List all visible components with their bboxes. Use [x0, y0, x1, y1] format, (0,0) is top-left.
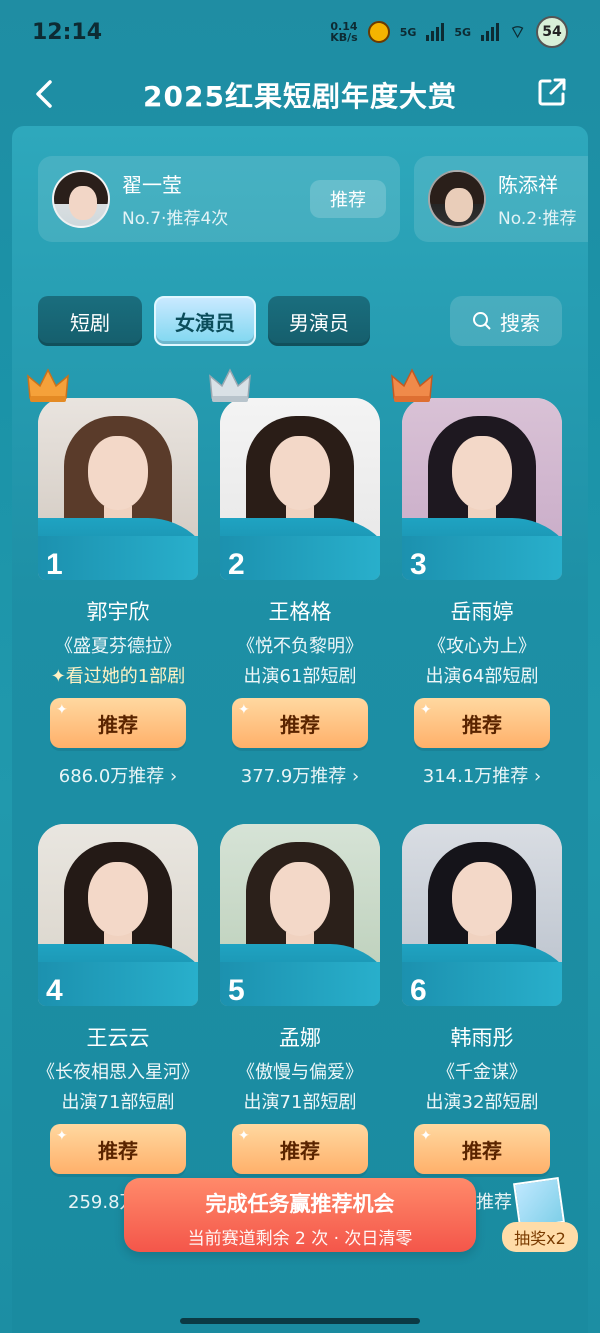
my-recommended-list: 翟一莹 No.7·推荐4次 推荐 陈添祥 No.2·推荐: [38, 156, 588, 242]
back-button[interactable]: [26, 76, 62, 112]
vote-count-link[interactable]: 377.9万推荐 ›: [220, 762, 380, 788]
recommended-rank-count: No.7·推荐4次: [122, 209, 229, 229]
recommend-button[interactable]: ✦ 推荐: [232, 1124, 368, 1174]
drama-title[interactable]: 《长夜相思入星河》: [28, 1058, 208, 1084]
promo-title: 完成任务赢推荐机会: [205, 1192, 395, 1216]
task-promo-banner[interactable]: 完成任务赢推荐机会 当前赛道剩余 2 次 · 次日清零: [124, 1178, 476, 1252]
recommend-button[interactable]: ✦ 推荐: [50, 1124, 186, 1174]
watched-hint: ✦看过她的1部剧: [50, 666, 186, 687]
lottery-button[interactable]: 抽奖x2: [502, 1177, 578, 1254]
drama-title[interactable]: 《千金谋》: [392, 1058, 572, 1084]
status-icons: 0.14 KB/s 5G 5G ⌔ 54: [330, 16, 568, 48]
recommended-rank-count: No.2·推荐: [498, 209, 577, 229]
drama-count: 出演61部短剧: [243, 666, 357, 687]
network-speed-unit: KB/s: [330, 31, 358, 44]
avatar: [428, 170, 486, 228]
actress-photo[interactable]: 1: [38, 398, 198, 580]
drama-title[interactable]: 《攻心为上》: [392, 632, 572, 658]
status-bar: 12:14 0.14 KB/s 5G 5G ⌔ 54: [0, 0, 600, 64]
sparkle-icon: ✦: [420, 1128, 432, 1144]
app-header: 2025红果短剧年度大赏: [0, 64, 600, 126]
sparkle-icon: ✦: [238, 702, 250, 718]
status-time: 12:14: [32, 19, 103, 45]
actress-name: 岳雨婷: [450, 600, 514, 624]
tab-actor[interactable]: 男演员: [268, 296, 370, 346]
recommend-button[interactable]: ✦ 推荐: [50, 698, 186, 748]
drama-count: 出演64部短剧: [425, 666, 539, 687]
drama-count: 出演32部短剧: [425, 1092, 539, 1113]
recommended-name: 陈添祥: [498, 173, 558, 197]
rank-number: 6: [410, 974, 427, 1006]
battery-level: 54: [542, 24, 562, 40]
search-icon: [473, 312, 491, 330]
lottery-badge: 抽奖x2: [502, 1222, 578, 1252]
search-button[interactable]: 搜索: [450, 296, 562, 346]
network-5g-label: 5G: [399, 25, 417, 39]
rank-number: 1: [46, 548, 63, 580]
battery-icon: 54: [536, 16, 568, 48]
home-indicator[interactable]: [180, 1318, 420, 1324]
crown-silver-icon: [209, 368, 251, 402]
main-panel: 翟一莹 No.7·推荐4次 推荐 陈添祥 No.2·推荐 短剧 女演员 男演员 …: [12, 126, 588, 1333]
signal-icon-2: [481, 23, 500, 41]
sparkle-icon: ✦: [420, 702, 432, 718]
actress-photo[interactable]: 3: [402, 398, 562, 580]
avatar: [52, 170, 110, 228]
sparkle-icon: ✦: [56, 1128, 68, 1144]
actress-name: 王云云: [86, 1026, 150, 1050]
tab-short-drama[interactable]: 短剧: [38, 296, 142, 346]
rank-number: 3: [410, 548, 427, 580]
actress-photo[interactable]: 5: [220, 824, 380, 1006]
actress-name: 韩雨彤: [450, 1026, 514, 1050]
category-tabs: 短剧 女演员 男演员 搜索: [38, 296, 578, 348]
drama-count: 出演71部短剧: [243, 1092, 357, 1113]
network-speed: 0.14 KB/s: [330, 21, 357, 43]
sun-icon: [367, 21, 390, 43]
actress-name: 孟娜: [279, 1026, 321, 1050]
actress-name: 王格格: [268, 600, 332, 624]
recommended-name: 翟一莹: [122, 173, 182, 197]
drama-count: 出演71部短剧: [61, 1092, 175, 1113]
page-title: 2025红果短剧年度大赏: [143, 80, 457, 113]
sparkle-icon: ✦: [238, 1128, 250, 1144]
signal-icon: [426, 23, 445, 41]
chevron-left-icon: [36, 80, 52, 108]
drama-title[interactable]: 《盛夏芬德拉》: [28, 632, 208, 658]
vote-count-link[interactable]: 686.0万推荐 ›: [38, 762, 198, 788]
crown-bronze-icon: [391, 368, 433, 402]
recommended-card[interactable]: 陈添祥 No.2·推荐: [414, 156, 588, 242]
drama-title[interactable]: 《悦不负黎明》: [210, 632, 390, 658]
network-5g-label-2: 5G: [454, 25, 472, 39]
share-icon: [538, 78, 566, 106]
crown-gold-icon: [27, 368, 69, 402]
recommend-button[interactable]: 推荐: [310, 180, 386, 218]
recommend-button[interactable]: ✦ 推荐: [414, 1124, 550, 1174]
recommended-card[interactable]: 翟一莹 No.7·推荐4次 推荐: [38, 156, 400, 242]
search-label: 搜索: [500, 310, 540, 335]
wifi-icon: ⌔: [509, 21, 526, 43]
tab-actress[interactable]: 女演员: [154, 296, 256, 346]
rank-number: 5: [228, 974, 245, 1006]
actress-name: 郭宇欣: [86, 600, 150, 624]
recommend-button[interactable]: ✦ 推荐: [232, 698, 368, 748]
vote-count-link[interactable]: 314.1万推荐 ›: [402, 762, 562, 788]
actress-photo[interactable]: 4: [38, 824, 198, 1006]
rank-number: 4: [46, 974, 63, 1006]
rank-number: 2: [228, 548, 245, 580]
actress-photo[interactable]: 6: [402, 824, 562, 1006]
sparkle-icon: ✦: [56, 702, 68, 718]
recommend-button[interactable]: ✦ 推荐: [414, 698, 550, 748]
promo-subtitle: 当前赛道剩余 2 次 · 次日清零: [187, 1229, 413, 1249]
drama-title[interactable]: 《傲慢与偏爱》: [210, 1058, 390, 1084]
share-button[interactable]: [536, 76, 572, 112]
actress-photo[interactable]: 2: [220, 398, 380, 580]
